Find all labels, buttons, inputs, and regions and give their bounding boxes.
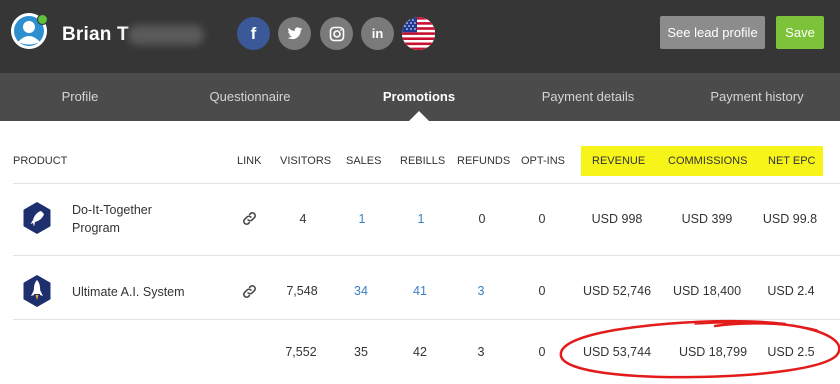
linkedin-icon[interactable]: in [361,17,394,50]
commissions-cell: USD 399 [681,212,733,226]
total-rebills: 42 [413,345,427,359]
facebook-icon[interactable]: f [237,17,270,50]
revenue-cell: USD 998 [591,212,643,226]
sales-link[interactable]: 34 [354,284,368,298]
column-header-commissions: COMMISSIONS [668,155,748,167]
tab-payment-history[interactable]: Payment history [697,73,817,121]
us-flag-icon [402,17,435,50]
commissions-cell: USD 18,400 [672,284,742,298]
save-button[interactable]: Save [776,16,824,49]
rebills-link[interactable]: 1 [418,212,425,226]
column-header-product: PRODUCT [13,155,68,167]
net-epc-cell: USD 2.4 [767,284,815,298]
refunds-link[interactable]: 3 [478,284,485,298]
refunds-cell: 0 [478,212,486,226]
twitter-icon[interactable] [278,17,311,50]
column-header-link: LINK [237,155,262,167]
column-header-visitors: VISITORS [280,155,332,167]
tab-profile[interactable]: Profile [40,73,120,121]
optins-cell: 0 [538,284,546,298]
visitors-cell: 7,548 [286,284,318,298]
total-refunds: 3 [477,345,485,359]
revenue-cell: USD 52,746 [582,284,652,298]
see-lead-profile-button[interactable]: See lead profile [660,16,765,49]
product-name: Ultimate A.I. System [72,285,185,299]
redacted-surname [128,25,204,45]
column-header-rebills: REBILLS [400,155,446,167]
total-optins: 0 [538,345,546,359]
total-visitors: 7,552 [285,345,317,359]
total-sales: 35 [354,345,368,359]
red-annotation-oval [559,319,840,379]
tab-payment-details[interactable]: Payment details [528,73,648,121]
product-rocket-icon [23,275,51,307]
column-header-refunds: REFUNDS [457,155,511,167]
row-divider [13,183,840,184]
net-epc-cell: USD 99.8 [762,212,818,226]
top-header: Brian T f in See lead profile Save [0,0,840,73]
instagram-icon[interactable] [320,17,353,50]
column-header-revenue: REVENUE [592,155,646,167]
column-header-sales: SALES [346,155,382,167]
row-divider [13,255,840,256]
rebills-link[interactable]: 41 [413,284,427,298]
visitors-cell: 4 [299,212,307,226]
link-icon[interactable] [241,283,258,300]
online-status-dot [37,14,48,25]
column-header-net-epc: NET EPC [768,155,816,167]
product-name: Do-It-Together Program [72,203,152,235]
user-name: Brian T [62,24,129,45]
column-header-optins: OPT-INS [521,155,566,167]
link-icon[interactable] [241,210,258,227]
product-rocket-icon [23,202,51,234]
sales-link[interactable]: 1 [359,212,366,226]
active-tab-indicator [409,111,429,121]
tab-questionnaire[interactable]: Questionnaire [195,73,305,121]
optins-cell: 0 [538,212,546,226]
